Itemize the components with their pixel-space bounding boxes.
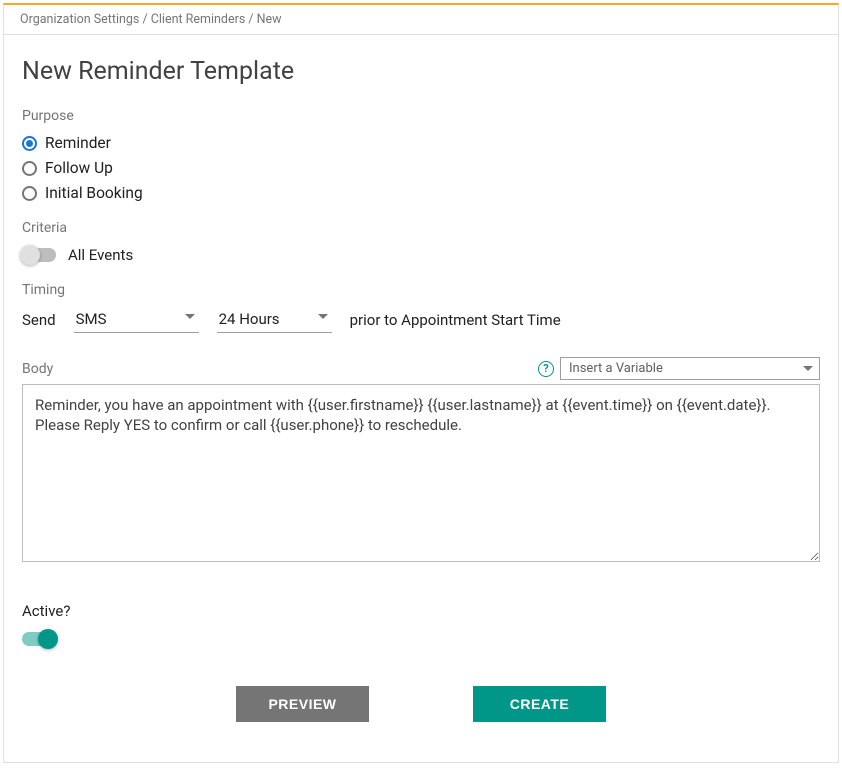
button-row: PREVIEW CREATE <box>22 686 820 722</box>
settings-panel: Organization Settings / Client Reminders… <box>3 3 839 763</box>
timing-row: Send SMS 24 Hours prior to Appointment S… <box>22 308 820 333</box>
timing-label: Timing <box>22 282 820 298</box>
variable-select-placeholder: Insert a Variable <box>569 361 663 376</box>
page-title: New Reminder Template <box>22 57 820 86</box>
radio-label: Reminder <box>45 134 111 152</box>
variable-select[interactable]: Insert a Variable <box>560 357 820 380</box>
criteria-label: Criteria <box>22 220 820 236</box>
method-select[interactable]: SMS <box>74 308 199 333</box>
body-header: Body ? Insert a Variable <box>22 357 820 380</box>
purpose-label: Purpose <box>22 108 820 124</box>
chevron-down-icon <box>318 314 328 319</box>
radio-icon <box>22 161 37 176</box>
interval-value: 24 Hours <box>219 310 280 328</box>
criteria-toggle[interactable] <box>22 248 56 262</box>
send-label: Send <box>22 311 56 333</box>
criteria-toggle-label: All Events <box>68 246 133 264</box>
interval-select[interactable]: 24 Hours <box>217 308 332 333</box>
content: New Reminder Template Purpose Reminder F… <box>4 35 838 762</box>
body-label: Body <box>22 361 53 377</box>
create-button[interactable]: CREATE <box>473 686 606 722</box>
radio-icon <box>22 186 37 201</box>
active-label: Active? <box>22 602 820 620</box>
variable-select-wrap: ? Insert a Variable <box>538 357 820 380</box>
timing-suffix: prior to Appointment Start Time <box>350 311 561 333</box>
preview-button[interactable]: PREVIEW <box>236 686 369 722</box>
radio-label: Follow Up <box>45 159 113 177</box>
radio-label: Initial Booking <box>45 184 143 202</box>
purpose-option-reminder[interactable]: Reminder <box>22 134 820 152</box>
active-section: Active? <box>22 602 820 646</box>
chevron-down-icon <box>803 366 813 371</box>
method-value: SMS <box>76 310 107 328</box>
active-toggle[interactable] <box>22 632 56 646</box>
help-icon[interactable]: ? <box>538 361 554 377</box>
purpose-radio-group: Reminder Follow Up Initial Booking <box>22 134 820 202</box>
chevron-down-icon <box>185 314 195 319</box>
criteria-row: All Events <box>22 246 820 264</box>
breadcrumb: Organization Settings / Client Reminders… <box>4 5 838 35</box>
purpose-option-initial[interactable]: Initial Booking <box>22 184 820 202</box>
purpose-option-followup[interactable]: Follow Up <box>22 159 820 177</box>
body-textarea[interactable] <box>22 384 820 562</box>
radio-icon <box>22 136 37 151</box>
